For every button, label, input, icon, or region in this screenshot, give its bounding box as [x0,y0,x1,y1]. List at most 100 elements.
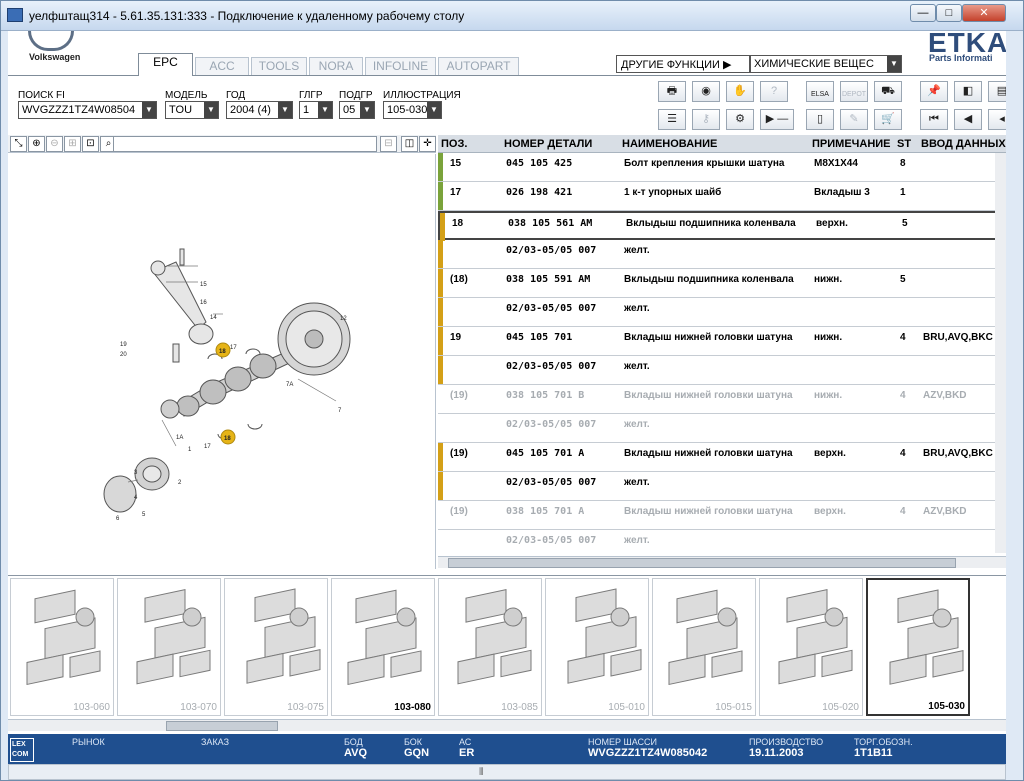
year-select[interactable]: 2004 (4) ▼ [226,101,293,119]
table-row[interactable]: (19) 038 105 701 B Вкладыш нижней головки … [438,385,1006,414]
chevron-down-icon[interactable]: ▼ [142,102,156,118]
table-row[interactable]: 15 045 105 425 Болт крепления крышки шатун… [438,153,1006,182]
chevron-down-icon[interactable]: ▼ [204,102,218,118]
thumbnail[interactable]: 103-075 [224,578,328,716]
highlight-callout-18-lower[interactable]: 18 [220,429,236,445]
pin-button[interactable]: 📌 [920,81,948,102]
table-row[interactable]: 02/03-05/05 007 желт. [438,240,1006,269]
document-button[interactable]: ▤ [988,81,1006,102]
minimize-button[interactable]: — [910,4,936,22]
split-view-icon[interactable]: ◫ [401,136,418,152]
tab-nora[interactable]: NORA [309,57,363,75]
table-row[interactable]: 19 045 105 701 Вкладыш нижней головки шату… [438,327,1006,356]
table-horizontal-scrollbar[interactable] [438,556,1006,568]
table-row[interactable]: 02/03-05/05 007 желт. [438,472,1006,501]
illustration-search-input[interactable] [113,136,377,152]
model-select[interactable]: TOU ▼ [165,101,219,119]
help-button[interactable]: ? [760,81,788,102]
next-page-button[interactable]: ◂ [988,109,1006,130]
chevron-down-icon[interactable]: ▼ [427,102,441,118]
table-vertical-scrollbar[interactable] [995,153,1006,553]
close-button[interactable]: ✕ [962,4,1006,22]
layout-icon[interactable]: ⊟ [380,136,397,152]
resize-icon[interactable]: ⤡ [10,136,27,152]
col-part-number[interactable]: НОМЕР ДЕТАЛИ [504,138,592,150]
zoom-fit-icon[interactable]: ⊡ [82,136,99,152]
minus-button[interactable]: ▶ — [760,109,794,130]
chevron-down-icon[interactable]: ▼ [318,102,332,118]
search-fi-field[interactable]: WVGZZZ1TZ4W08504 ▼ [18,101,157,119]
document-back-button[interactable]: ◧ [954,81,982,102]
cell-name: Болт крепления крышки шатуна [624,158,785,169]
tab-infoline[interactable]: INFOLINE [365,57,436,75]
thumbnail[interactable]: 105-010 [545,578,649,716]
cart-button[interactable]: 🛒 [874,109,902,130]
illustration-select[interactable]: 105-030 ▼ [383,101,442,119]
thumbnail[interactable]: 103-070 [117,578,221,716]
thumbnail[interactable]: 103-060 [10,578,114,716]
table-row[interactable]: 02/03-05/05 007 желт. [438,298,1006,327]
tab-tools[interactable]: TOOLS [251,57,307,75]
tab-epc[interactable]: EPC [138,53,193,76]
bike-button[interactable]: ⚙ [726,109,754,130]
elsa-button[interactable]: ELSA [806,81,834,102]
table-row[interactable]: 02/03-05/05 007 желт. [438,356,1006,385]
cell-name: Вклыдыш подшипника коленвала [624,274,794,285]
thumbnail-scrollbar[interactable] [8,719,1006,731]
handshake-button[interactable]: ✋ [726,81,754,102]
table-row[interactable]: 02/03-05/05 007 желт. [438,530,1006,553]
table-row[interactable]: (19) 038 105 701 A Вкладыш нижней головки … [438,501,1006,530]
first-page-button[interactable]: ⏮ [920,109,948,130]
list-button[interactable]: ☰ [658,109,686,130]
other-functions-select[interactable]: ХИМИЧЕСКИЕ ВЕЩЕС ▼ [750,55,902,73]
disc-button[interactable]: ◉ [692,81,720,102]
col-name[interactable]: НАИМЕНОВАНИЕ [622,138,717,150]
thumbnail-drawing [26,589,101,686]
cell-data-entry: AZV,BKD [923,506,967,517]
key-button[interactable]: ⚷ [692,109,720,130]
col-pos[interactable]: ПОЗ. [441,138,467,150]
cell-note: нижн. [814,390,843,401]
cart-add-button[interactable]: ⛟ [874,81,902,102]
scroll-thumb[interactable] [448,558,956,568]
table-row[interactable]: 02/03-05/05 007 желт. [438,414,1006,443]
col-note[interactable]: ПРИМЕЧАНИЕ [812,138,891,150]
thumbnail[interactable]: 105-015 [652,578,756,716]
glgr-select[interactable]: 1 ▼ [299,101,333,119]
bod-value: AVQ [344,747,368,759]
table-row[interactable]: (18) 038 105 591 AM Вклыдыш подшипника кол… [438,269,1006,298]
cell-note: Вкладыш 3 [814,187,870,198]
tab-acc[interactable]: ACC [195,57,249,75]
scroll-grip-icon[interactable]: ⦀ [479,767,483,778]
zoom-area-icon[interactable]: ⊞ [64,136,81,152]
vw-logo-text: Volkswagen [29,52,81,62]
tab-autopart[interactable]: AUTOPART [438,57,519,75]
print-button[interactable]: 🖶 [658,81,686,102]
table-row[interactable]: 18 038 105 561 AM Вклыдыш подшипника колен… [438,211,1006,241]
thumbnail[interactable]: 103-080 [331,578,435,716]
table-row[interactable]: 17 026 198 421 1 к-т упорных шайб Вкладыш 3… [438,182,1006,211]
zoom-in-icon[interactable]: ⊕ [28,136,45,152]
rdp-horizontal-scrollbar[interactable]: ⦀ [8,764,1006,780]
thumbnail[interactable]: 105-030 [866,578,970,716]
expand-icon[interactable]: ✛ [419,136,436,152]
chevron-down-icon[interactable]: ▼ [278,102,292,118]
chevron-down-icon[interactable]: ▼ [360,102,374,118]
zoom-out-icon[interactable]: ⊖ [46,136,63,152]
col-data-entry[interactable]: ВВОД ДАННЫХ [921,138,1006,150]
exploded-view-illustration[interactable]: 16 15 14 19 20 12 7A 7 3 1A 17 2 1 4 5 6 [8,154,436,569]
col-st[interactable]: ST [897,138,911,150]
gear-pencil-button[interactable]: ✎ [840,109,868,130]
thumbnail-drawing [778,589,853,685]
chevron-down-icon[interactable]: ▼ [887,56,901,72]
thumbnail[interactable]: 105-020 [759,578,863,716]
scroll-thumb[interactable] [166,721,278,731]
phone-button[interactable]: ▯ [806,109,834,130]
depot-button[interactable]: DEPOT [840,81,868,102]
maximize-button[interactable]: □ [936,4,962,22]
podgr-select[interactable]: 05 ▼ [339,101,375,119]
highlight-callout-18[interactable]: 18 [215,342,231,358]
thumbnail[interactable]: 103-085 [438,578,542,716]
prev-page-button[interactable]: ◀ [954,109,982,130]
table-row[interactable]: (19) 045 105 701 A Вкладыш нижней головки … [438,443,1006,472]
